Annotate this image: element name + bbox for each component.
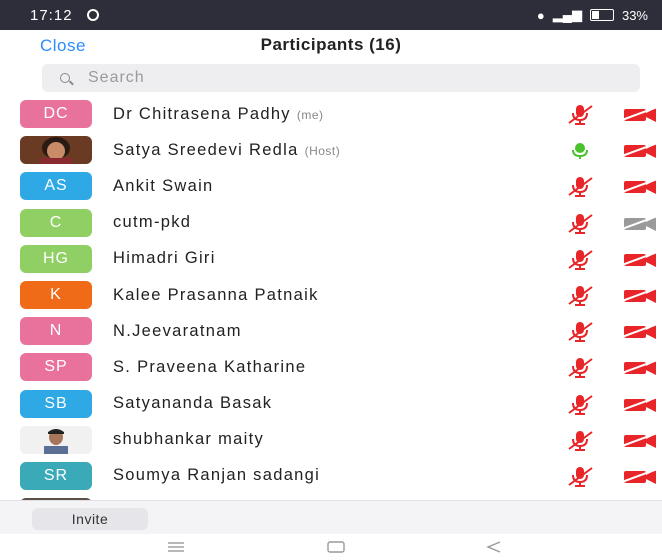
participant-row[interactable]: K Kalee Prasanna Patnaik bbox=[0, 277, 662, 313]
avatar: SP bbox=[20, 353, 92, 382]
video-off-icon[interactable] bbox=[622, 138, 662, 162]
participant-row[interactable]: SP S. Praveena Katharine bbox=[0, 349, 662, 385]
header: Close Participants (16) bbox=[0, 30, 662, 62]
participant-name: S. Praveena Katharine bbox=[113, 357, 307, 376]
menu-icon[interactable] bbox=[166, 540, 186, 554]
battery-icon bbox=[589, 9, 614, 21]
video-off-icon[interactable] bbox=[622, 211, 662, 235]
participant-row[interactable]: DC Dr Chitrasena Padhy (me) bbox=[0, 96, 662, 132]
video-off-icon[interactable] bbox=[622, 464, 662, 488]
participant-row[interactable]: SR Soumya Ranjan sadangi bbox=[0, 458, 662, 494]
avatar: HG bbox=[20, 244, 92, 273]
participant-name: Dr Chitrasena Padhy (me) bbox=[113, 104, 324, 123]
invite-button[interactable]: Invite bbox=[32, 508, 148, 530]
video-off-icon[interactable] bbox=[622, 428, 662, 452]
mic-muted-icon[interactable] bbox=[565, 102, 595, 126]
avatar bbox=[20, 425, 92, 454]
search-icon bbox=[60, 73, 70, 83]
mic-muted-icon[interactable] bbox=[565, 319, 595, 343]
avatar: N bbox=[20, 317, 92, 346]
video-off-icon[interactable] bbox=[622, 174, 662, 198]
participant-row[interactable]: shubhankar maity bbox=[0, 422, 662, 458]
mic-muted-icon[interactable] bbox=[565, 283, 595, 307]
video-off-icon[interactable] bbox=[622, 247, 662, 271]
avatar: AS bbox=[20, 172, 92, 201]
mic-muted-icon[interactable] bbox=[565, 247, 595, 271]
video-off-icon[interactable] bbox=[622, 283, 662, 307]
participant-row[interactable]: AS Ankit Swain bbox=[0, 168, 662, 204]
video-off-icon[interactable] bbox=[622, 355, 662, 379]
video-off-icon[interactable] bbox=[622, 392, 662, 416]
status-right: ● ▂▄▆ 33% bbox=[537, 7, 648, 23]
signal-icon: ▂▄▆ bbox=[552, 7, 582, 22]
participant-name: Satya Sreedevi Redla (Host) bbox=[113, 140, 341, 159]
mic-muted-icon[interactable] bbox=[565, 464, 595, 488]
participant-name: Soumya Ranjan sadangi bbox=[113, 466, 321, 485]
whatsapp-notification-icon bbox=[86, 9, 99, 21]
alarm-icon: ● bbox=[536, 7, 545, 23]
mic-muted-icon[interactable] bbox=[565, 428, 595, 452]
android-nav-bar bbox=[0, 534, 662, 560]
search-input[interactable]: Search bbox=[42, 64, 640, 92]
participant-name: Ankit Swain bbox=[113, 176, 214, 195]
avatar: C bbox=[20, 208, 92, 237]
avatar: SB bbox=[20, 389, 92, 418]
participant-name: shubhankar maity bbox=[113, 430, 265, 449]
avatar: SR bbox=[20, 461, 92, 490]
participant-row[interactable]: Satya Sreedevi Redla (Host) bbox=[0, 132, 662, 168]
mic-muted-icon[interactable] bbox=[565, 174, 595, 198]
back-icon[interactable] bbox=[484, 540, 504, 554]
mic-muted-icon[interactable] bbox=[565, 211, 595, 235]
status-time: 17:12 bbox=[30, 6, 73, 24]
participant-list: DC Dr Chitrasena Padhy (me) Satya Sreedevi… bbox=[0, 96, 662, 494]
avatar: DC bbox=[20, 100, 92, 129]
participant-row[interactable]: N N.Jeevaratnam bbox=[0, 313, 662, 349]
participant-row[interactable]: SB Satyananda Basak bbox=[0, 386, 662, 422]
participant-row[interactable]: Ccutm-pkd bbox=[0, 205, 662, 241]
participant-name: N.Jeevaratnam bbox=[113, 321, 242, 340]
avatar bbox=[20, 136, 92, 165]
bottom-bar: Invite bbox=[0, 500, 662, 535]
video-off-icon[interactable] bbox=[622, 319, 662, 343]
mic-muted-icon[interactable] bbox=[565, 392, 595, 416]
participant-name: Kalee Prasanna Patnaik bbox=[113, 285, 319, 304]
participant-name: Himadri Giri bbox=[113, 249, 216, 268]
participant-role-tag: (Host) bbox=[304, 143, 341, 158]
search-placeholder: Search bbox=[88, 69, 145, 86]
video-off-icon[interactable] bbox=[622, 102, 662, 126]
participant-role-tag: (me) bbox=[296, 107, 324, 122]
battery-percent: 33% bbox=[621, 7, 648, 23]
home-icon[interactable] bbox=[326, 540, 346, 554]
participant-name: Satyananda Basak bbox=[113, 394, 273, 413]
mic-active-icon[interactable] bbox=[565, 138, 595, 162]
avatar: K bbox=[20, 281, 92, 310]
participant-name: cutm-pkd bbox=[113, 213, 192, 232]
participant-row[interactable]: HG Himadri Giri bbox=[0, 241, 662, 277]
page-title: Participants (16) bbox=[260, 35, 402, 54]
mic-muted-icon[interactable] bbox=[565, 355, 595, 379]
status-bar: 17:12 ● ▂▄▆ 33% bbox=[0, 0, 662, 30]
